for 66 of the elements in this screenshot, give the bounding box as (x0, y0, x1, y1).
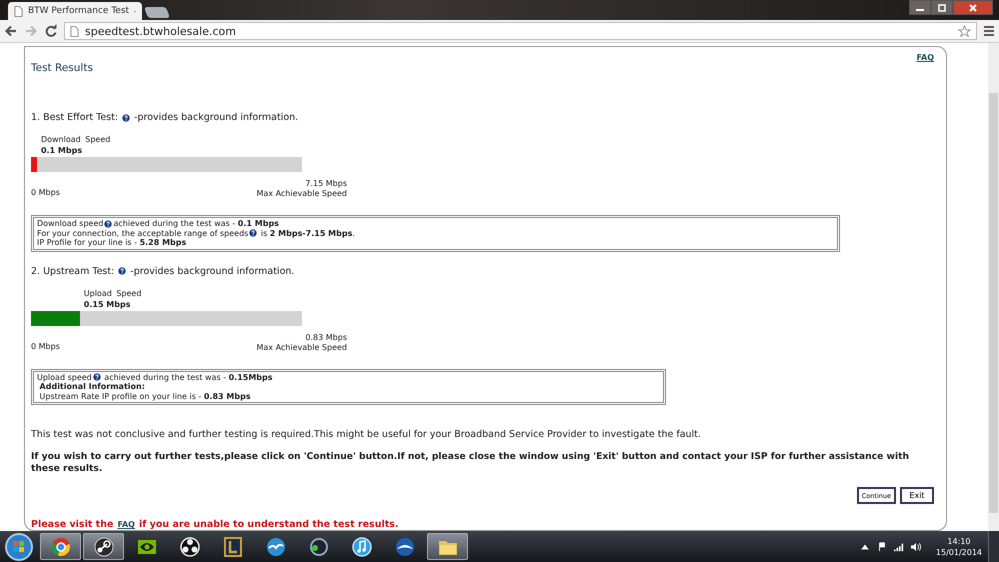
faq-link[interactable]: FAQ (117, 520, 135, 529)
page-icon (14, 6, 23, 16)
help-icon[interactable] (104, 220, 112, 228)
browser-logo-icon (50, 536, 72, 558)
scale-max-value: 0.83 Mbps (304, 332, 347, 342)
info-text: IP Profile for your line is - 5.28 Mbps (37, 238, 186, 248)
help-icon[interactable] (92, 373, 101, 382)
info-text: achieved during the test was - 0.1 Mbps (113, 219, 279, 228)
info-text: Additional Information: (40, 382, 145, 392)
start-orb-icon[interactable] (4, 532, 34, 562)
footer-text: if you are unable to understand the test results. (138, 519, 399, 530)
help-icon[interactable] (249, 229, 258, 238)
scale-max-label: Max Achievable Speed (256, 342, 347, 352)
maximize-button[interactable] (931, 0, 953, 15)
signal-icon[interactable] (894, 542, 904, 552)
info-text: For your connection, the acceptable range of speeds (37, 228, 248, 238)
faq-link[interactable]: FAQ (916, 53, 934, 62)
star-icon[interactable] (958, 24, 971, 38)
scale-max-value: 7.15 Mbps (304, 179, 347, 189)
scale-min-label: 0 Mbps (31, 342, 60, 352)
back-icon[interactable] (4, 24, 18, 38)
scale-min-label: 0 Mbps (31, 188, 60, 199)
info-text: is 2 Mbps-7.15 Mbps. (260, 228, 355, 238)
music-note-icon (350, 536, 372, 558)
meter-label: Upload Speed (84, 288, 142, 298)
close-icon (968, 4, 978, 12)
close-button[interactable] (953, 0, 993, 15)
menu-icon[interactable] (983, 25, 995, 37)
gull-icon (264, 536, 286, 558)
browser-tab[interactable]: BTW Performance Test (8, 2, 142, 20)
address-text: speedtest.btwholesale.com (85, 24, 237, 38)
address-bar[interactable]: speedtest.btwholesale.com (64, 22, 977, 40)
meter-label: Download Speed (40, 135, 112, 144)
new-tab-button[interactable] (144, 7, 170, 18)
flag-icon[interactable] (876, 542, 887, 552)
minimize-button[interactable] (909, 0, 931, 15)
instruction-text: If you wish to carry out further tests,please click on 'Continue' button.If not, please close the window using 'Exit' button and contact your ISP for further assistance with these results. (31, 451, 910, 475)
help-icon[interactable] (118, 267, 126, 275)
exit-button[interactable]: Exit (900, 487, 934, 504)
clock-date: 15/01/2014 (936, 546, 982, 558)
conclusion-text: This test was not conclusive and further testing is required.This might be useful for your Broadband Service Provider to investigate the fault. (31, 429, 702, 440)
info-text: Download speed (37, 219, 104, 228)
taskbar-button[interactable] (83, 533, 124, 560)
vertical-scrollbar[interactable] (988, 43, 999, 531)
info-text: Upstream Rate IP profile on your line is - 0.83 Mbps (38, 392, 251, 401)
steam-logo-icon (92, 536, 114, 558)
taskbar-button[interactable] (40, 533, 81, 560)
scale-max-label: Max Achievable Speed (256, 189, 347, 199)
clock-time: 14:10 (947, 536, 970, 546)
page-icon (70, 26, 79, 36)
info-text: achieved during the test was - 0.15Mbps (103, 372, 273, 382)
framed-l-icon (222, 536, 244, 558)
help-icon[interactable] (122, 114, 130, 122)
footer-text: Please visit the (31, 519, 114, 530)
test-title: 2. Upstream Test: (31, 266, 114, 276)
test-note: -provides background information. (134, 112, 298, 123)
test-note: -provides background information. (130, 266, 294, 276)
page-heading: Test Results (31, 62, 93, 74)
speaker-icon[interactable] (910, 542, 921, 552)
speed-value: 0.15 Mbps (84, 300, 132, 308)
maximize-icon (937, 4, 947, 12)
speed-value: 0.1 Mbps (40, 146, 84, 155)
test-title: 1. Best Effort Test: (31, 112, 118, 123)
info-text: Upload speed (37, 372, 92, 382)
tab-title: BTW Performance Test (28, 6, 130, 16)
reload-icon[interactable] (44, 24, 58, 38)
